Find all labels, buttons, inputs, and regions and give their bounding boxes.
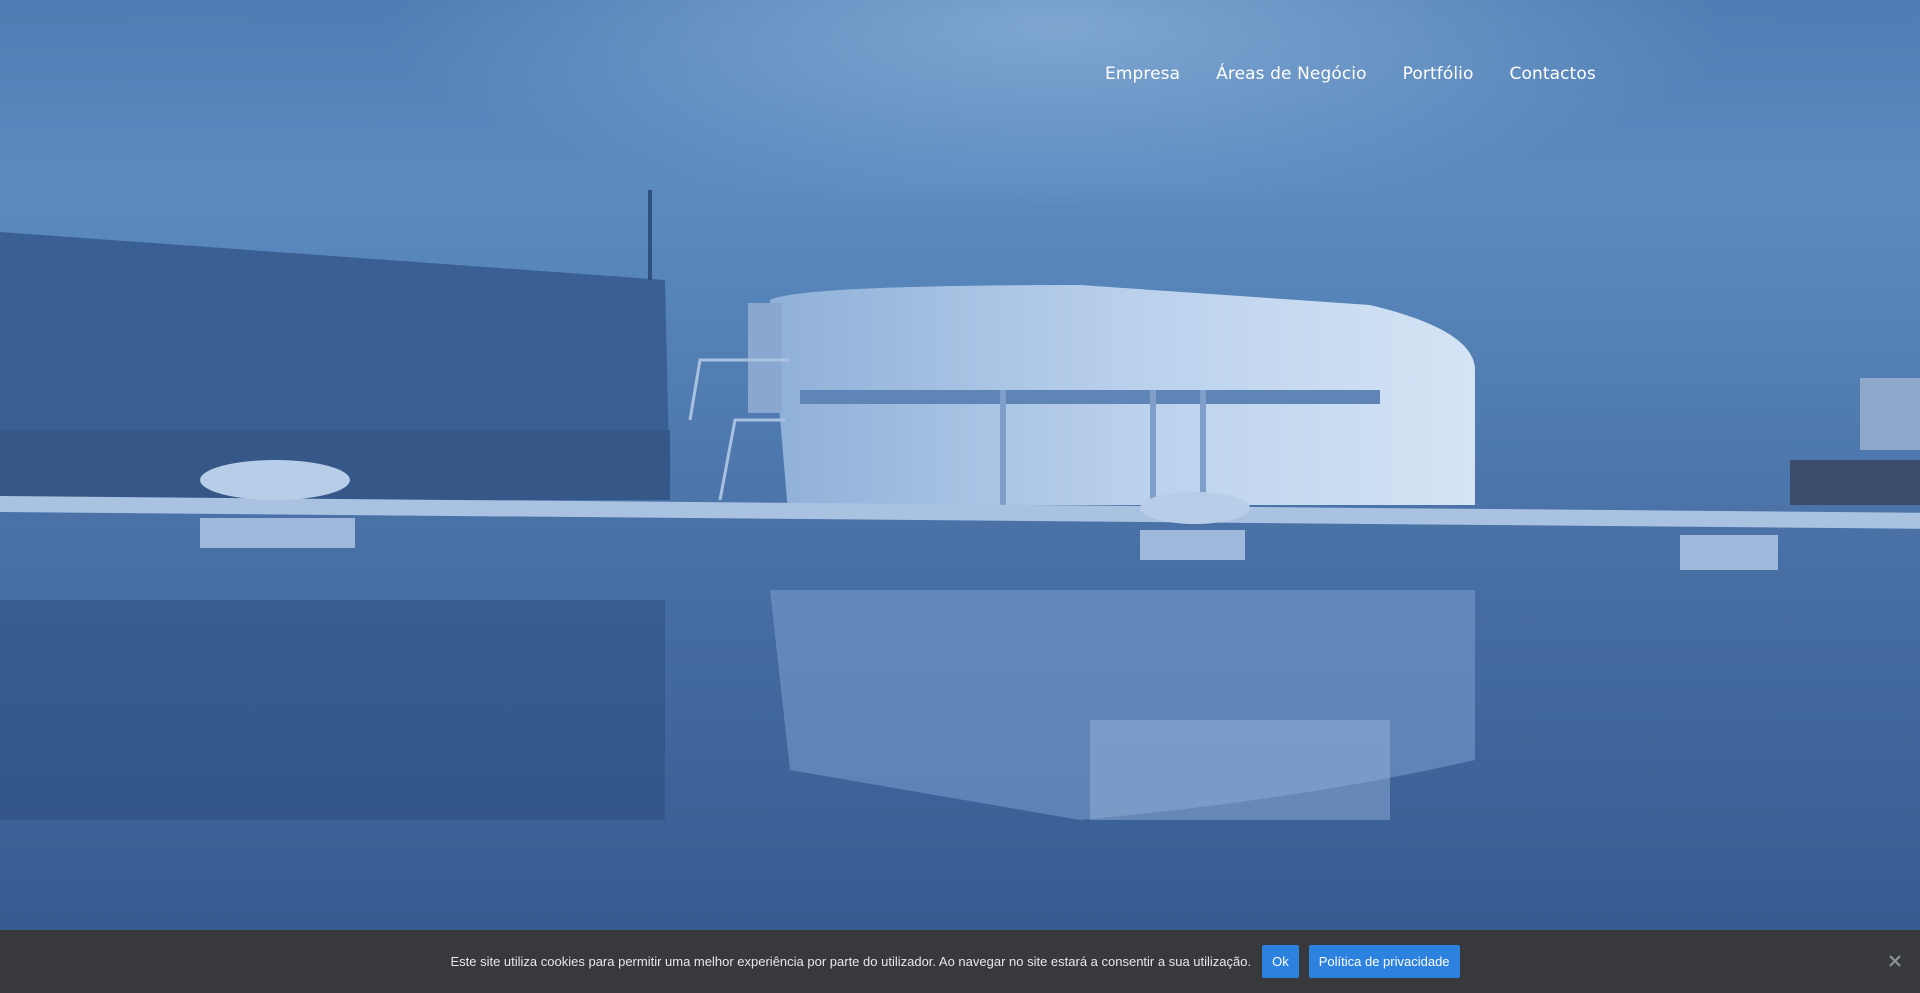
nav-item-empresa[interactable]: Empresa: [1105, 64, 1180, 88]
nav-item-areas-de-negocio[interactable]: Áreas de Negócio: [1216, 64, 1366, 88]
nav-item-contactos[interactable]: Contactos: [1509, 64, 1595, 88]
close-icon[interactable]: [1886, 952, 1904, 970]
hero-background: [0, 0, 1920, 993]
cookie-banner: Este site utiliza cookies para permitir …: [0, 930, 1920, 993]
cookie-ok-button[interactable]: Ok: [1262, 945, 1299, 978]
hero-photo: [0, 0, 1920, 993]
nav-item-portfolio[interactable]: Portfólio: [1403, 64, 1474, 88]
cookie-message: Este site utiliza cookies para permitir …: [450, 954, 1252, 969]
main-navigation: Empresa Áreas de Negócio Portfólio Conta…: [1105, 64, 1596, 88]
close-icon-glyph: [1889, 955, 1901, 967]
privacy-policy-button[interactable]: Política de privacidade: [1308, 945, 1460, 978]
